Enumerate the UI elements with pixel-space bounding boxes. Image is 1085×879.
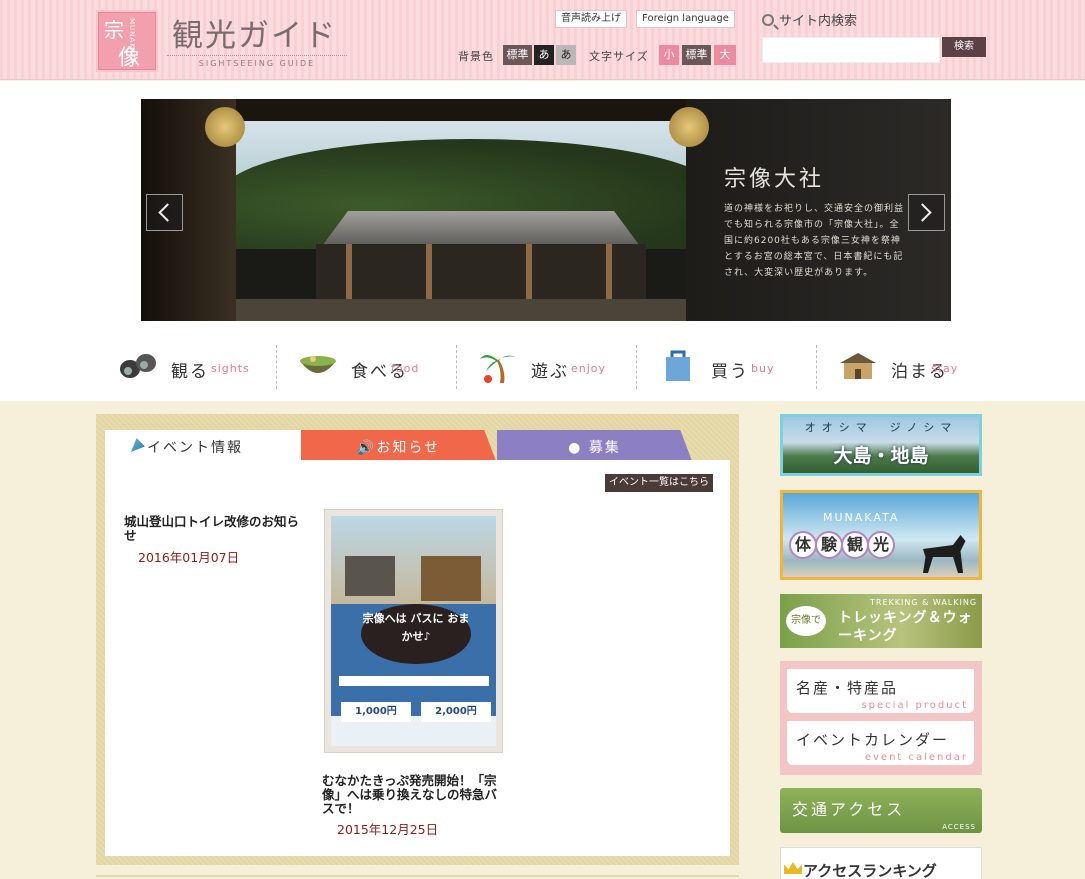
nav-enjoy[interactable]: 遊ぶ enjoy (456, 343, 636, 393)
bg-gray-button[interactable]: あ (556, 45, 576, 65)
trekking-jp: トレッキング＆ウォーキング (838, 610, 973, 644)
font-large-button[interactable]: 大 (714, 45, 736, 65)
taiken-small-label: MUNAKATA (823, 511, 900, 524)
nav-buy-en: buy (751, 362, 775, 375)
event-calendar-link[interactable]: イベントカレンダー event calendar (787, 721, 974, 765)
bg-standard-button[interactable]: 標準 (503, 45, 532, 65)
hero-slider[interactable]: 宗像大社 道の神様をお祀りし、交通安全の御利益でも知られる宗像市の「宗像大社」。… (141, 99, 951, 321)
product-calendar-box: 名産・特産品 special product イベントカレンダー event c… (780, 661, 982, 775)
bg-color-label: 背景色 (458, 50, 494, 63)
poster-price-1: 1,000円 (341, 702, 411, 722)
nav-sights-label: 観る (171, 362, 209, 382)
foreign-language-button[interactable]: Foreign language (636, 10, 735, 28)
poster-photo (331, 516, 496, 604)
trekking-badge: 宗像で (786, 606, 826, 636)
special-product-en: special product (861, 700, 968, 711)
site-logo[interactable]: 宗 MUNAKATA 像 (96, 10, 158, 72)
trekking-banner[interactable]: 宗像で TREKKING & WALKING トレッキング＆ウォーキング (780, 594, 982, 648)
nav-stay[interactable]: 泊まる stay (816, 343, 996, 393)
search-input[interactable] (762, 37, 940, 63)
nav-food-en: food (391, 362, 420, 375)
megaphone-icon (131, 438, 145, 452)
site-search-label: サイト内検索 (762, 10, 857, 29)
chrysanthemum-crest-icon (669, 107, 709, 147)
site-header: 宗 MUNAKATA 像 観光ガイド SIGHTSEEING GUIDE 音声読… (0, 0, 1085, 80)
font-standard-button[interactable]: 標準 (682, 45, 711, 65)
bg-black-button[interactable]: あ (534, 45, 554, 65)
special-product-link[interactable]: 名産・特産品 special product (787, 669, 974, 713)
nav-stay-en: stay (931, 362, 959, 375)
chevron-left-icon (158, 203, 177, 222)
tab-news[interactable]: 🔊お知らせ (301, 430, 496, 461)
slider-prev-button[interactable] (146, 194, 183, 231)
nav-food[interactable]: 食べる food (276, 343, 456, 393)
event-poster-image[interactable]: 宗像へは バスに おまかせ♪ 1,000円 2,000円 (324, 509, 503, 753)
access-banner[interactable]: 交通アクセス ACCESS (780, 788, 982, 833)
nav-enjoy-label: 遊ぶ (531, 362, 569, 382)
tab-events-label: イベント情報 (147, 440, 243, 456)
bowl-icon (300, 356, 336, 373)
chrysanthemum-crest-icon (205, 107, 245, 147)
search-label-text: サイト内検索 (779, 14, 858, 29)
shopping-bag-icon (666, 350, 690, 381)
category-nav: 観る sights 食べる food 遊ぶ enjoy 買う buy 泊まる s… (96, 343, 990, 393)
site-title[interactable]: 観光ガイド (172, 10, 337, 55)
hero-description: 道の神様をお祀りし、交通安全の御利益でも知られる宗像市の「宗像大社」。全国に約6… (724, 204, 905, 278)
nav-enjoy-en: enjoy (571, 362, 607, 375)
event-calendar-en: event calendar (864, 752, 968, 763)
event-date: 2015年12月25日 (337, 822, 439, 837)
horse-rider-icon (923, 535, 966, 573)
taiken-kanko-banner[interactable]: MUNAKATA 体験観光 (780, 490, 982, 580)
voice-reader-button[interactable]: 音声読み上げ (555, 10, 627, 28)
slider-next-button[interactable] (908, 194, 945, 231)
special-product-jp: 名産・特産品 (796, 679, 899, 697)
oshima-ruby: オオシマ ジノシマ (804, 421, 958, 434)
access-ranking-label: アクセスランキング (803, 862, 937, 879)
access-ranking-heading[interactable]: アクセスランキング (780, 847, 982, 879)
nav-sights-en: sights (211, 362, 250, 375)
events-list-link[interactable]: イベント一覧はこちら (605, 474, 713, 492)
chevron-right-icon (913, 203, 932, 222)
nav-buy-label: 買う (711, 362, 749, 382)
search-icon (762, 14, 774, 26)
hero-title: 宗像大社 (724, 167, 825, 192)
event-calendar-jp: イベントカレンダー (796, 731, 950, 749)
access-en: ACCESS (942, 823, 976, 831)
event-title[interactable]: 城山登山口トイレ改修のお知らせ (124, 515, 309, 543)
taiken-char: 観 (841, 531, 869, 559)
logo-kanji-1: 宗 (104, 18, 124, 42)
search-button[interactable]: 検索 (942, 37, 986, 57)
poster-price-2: 2,000円 (421, 702, 491, 722)
access-jp: 交通アクセス (792, 800, 906, 819)
taiken-char: 験 (815, 531, 843, 559)
tab-news-label: 🔊お知らせ (356, 440, 441, 456)
logo-kanji-2: 像 (118, 46, 141, 71)
tab-events[interactable]: イベント情報 (105, 430, 301, 461)
event-date: 2016年01月07日 (138, 550, 240, 565)
oshima-label: 大島・地島 (833, 445, 929, 467)
taiken-char: 光 (867, 531, 895, 559)
event-title[interactable]: むなかたきっぷ発売開始！「宗像」へは乗り換えなしの特急バスで！ (322, 774, 507, 816)
nav-sights[interactable]: 観る sights (96, 343, 276, 393)
site-subtitle: SIGHTSEEING GUIDE (167, 55, 347, 68)
shrine-roof (321, 211, 641, 247)
trekking-en: TREKKING & WALKING (870, 598, 978, 607)
taiken-char: 体 (789, 531, 817, 559)
binoculars-icon (120, 354, 156, 378)
nav-buy[interactable]: 買う buy (636, 343, 816, 393)
oshima-jinoshima-banner[interactable]: オオシマ ジノシマ 大島・地島 (780, 414, 982, 476)
poster-headline: 宗像へは バスに おまかせ♪ (361, 604, 471, 664)
font-size-label: 文字サイズ (589, 50, 649, 63)
crown-icon (784, 862, 802, 874)
font-small-button[interactable]: 小 (659, 45, 679, 65)
tab-recruit[interactable]: ● 募集 (497, 430, 692, 461)
palm-tree-icon (480, 355, 516, 383)
tab-recruit-label: ● 募集 (568, 440, 621, 456)
inn-icon (840, 353, 876, 379)
